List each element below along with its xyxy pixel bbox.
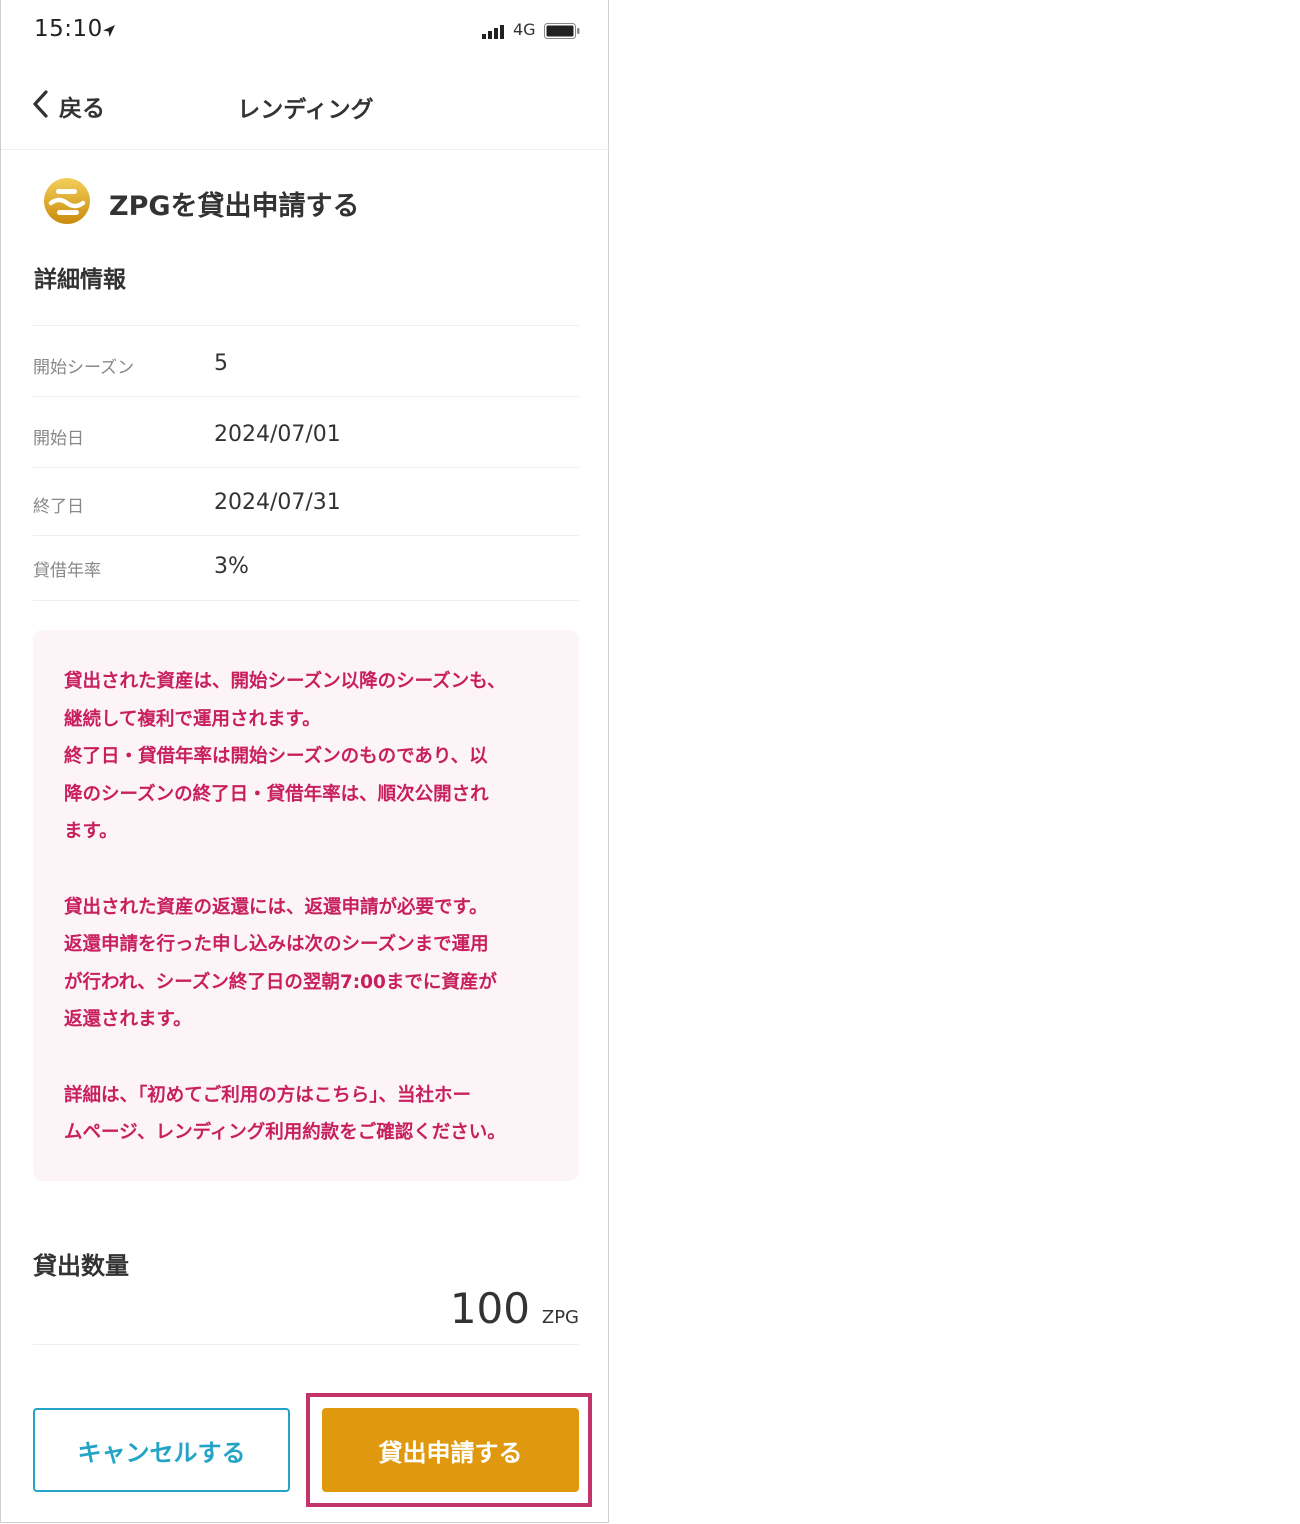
detail-value: 3% <box>214 554 249 579</box>
notice-paragraph: 詳細は、「初めてご利用の方はこちら」、当社ホー ムページ、レンディング利用約款を… <box>64 1084 506 1144</box>
location-arrow-icon <box>102 23 116 42</box>
detail-label: 開始シーズン <box>33 358 135 378</box>
detail-value: 5 <box>214 351 228 376</box>
detail-row-start-date: 開始日 2024/07/01 <box>33 397 579 468</box>
detail-label: 開始日 <box>33 429 84 449</box>
detail-row-end-date: 終了日 2024/07/31 <box>33 468 579 536</box>
heading-title: ZPGを貸出申請する <box>109 190 360 222</box>
detail-row-annual-rate: 貸借年率 3% <box>33 536 579 601</box>
quantity-value[interactable]: 100 <box>450 1284 530 1333</box>
signal-bars-icon <box>482 24 506 43</box>
nav-bar: 戻る レンディング <box>1 60 610 150</box>
detail-row-start-season: 開始シーズン 5 <box>33 326 579 397</box>
zpg-coin-icon <box>43 177 91 229</box>
notice-box: 貸出された資産は、開始シーズン以降のシーズンも、 継続して複利で運用されます。 … <box>33 630 579 1181</box>
battery-icon <box>544 23 580 43</box>
details-section-title: 詳細情報 <box>34 267 126 293</box>
status-bar: 15:10 4G <box>1 0 610 60</box>
quantity-field[interactable]: 100 ZPG <box>33 1282 579 1345</box>
page-title: レンディング <box>237 97 374 123</box>
detail-label: 終了日 <box>33 497 84 517</box>
quantity-label: 貸出数量 <box>33 1252 129 1280</box>
cancel-button[interactable]: キャンセルする <box>33 1408 290 1492</box>
detail-value: 2024/07/31 <box>214 490 341 515</box>
detail-value: 2024/07/01 <box>214 422 341 447</box>
status-time: 15:10 <box>34 16 103 42</box>
detail-label: 貸借年率 <box>33 561 101 581</box>
quantity-unit: ZPG <box>541 1307 579 1328</box>
highlight-frame <box>306 1393 592 1507</box>
notice-paragraph: 貸出された資産の返還には、返還申請が必要です。 返還申請を行った申し込みは次のシ… <box>64 896 497 1031</box>
notice-paragraph: 貸出された資産は、開始シーズン以降のシーズンも、 継続して複利で運用されます。 … <box>64 671 506 843</box>
phone-screen: 15:10 4G 戻る レンディング ZPGを貸出申請する 詳細情報 開始シーズ… <box>0 0 610 1523</box>
details-table: 開始シーズン 5 開始日 2024/07/01 終了日 2024/07/31 貸… <box>33 325 579 601</box>
network-type: 4G <box>513 20 536 39</box>
lending-heading: ZPGを貸出申請する <box>43 178 360 228</box>
